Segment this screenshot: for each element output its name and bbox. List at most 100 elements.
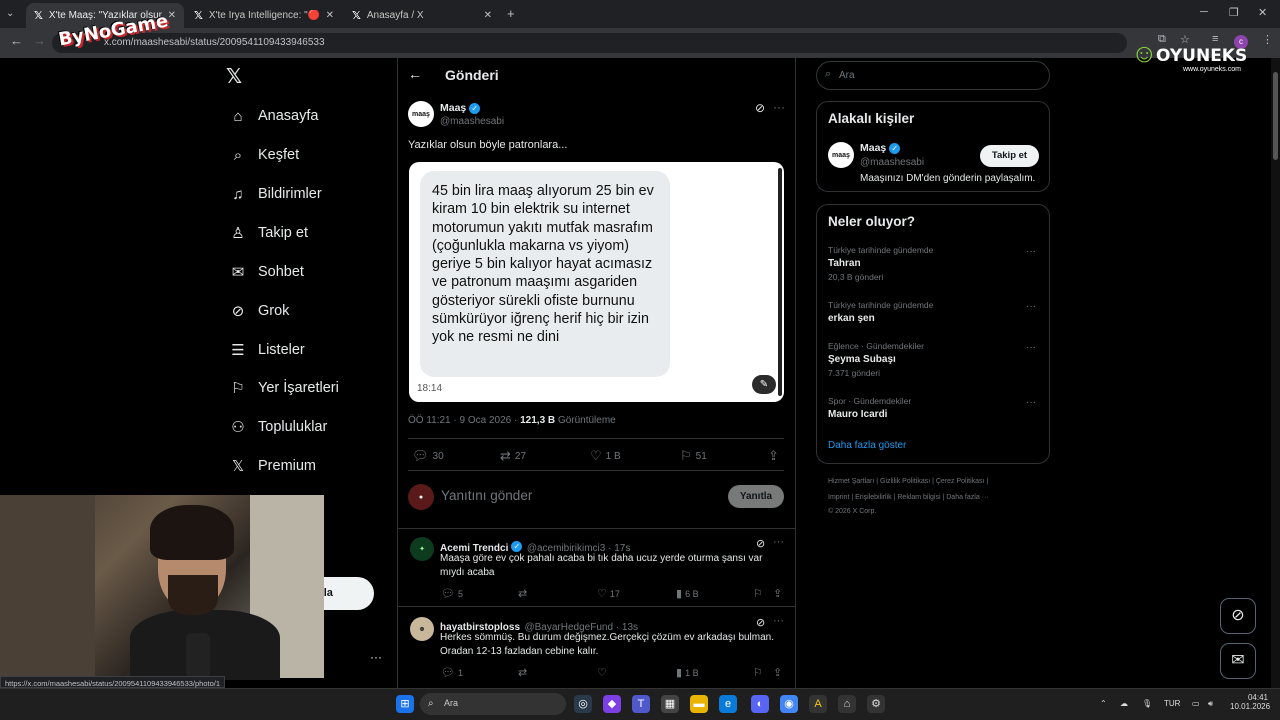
app-icon[interactable]: A: [809, 695, 827, 713]
reply-action[interactable]: 💬︎ 30: [412, 448, 444, 464]
new-tab-icon[interactable]: +: [507, 6, 515, 21]
tab-list-icon[interactable]: ⌄: [6, 8, 14, 19]
more-icon[interactable]: ···: [1026, 397, 1036, 408]
account-more-icon[interactable]: ···: [370, 650, 382, 664]
image-edit-icon[interactable]: ✎: [752, 375, 776, 394]
show-more-link[interactable]: Daha fazla göster: [828, 440, 906, 451]
close-tab-icon[interactable]: ✕: [168, 10, 176, 21]
author-name[interactable]: Maaş ✓: [440, 102, 481, 114]
follow-button[interactable]: Takip et: [980, 145, 1039, 167]
reading-list-icon[interactable]: ≡: [1212, 33, 1218, 45]
extension-icon[interactable]: ⧉: [1158, 33, 1166, 46]
grok-icon[interactable]: ⊘: [755, 101, 765, 115]
forward-icon[interactable]: →: [33, 33, 46, 48]
trend-item[interactable]: Türkiye tarihinde gündemde Tahran 20,3 B…: [828, 245, 933, 282]
bookmark-action[interactable]: ⚐: [753, 666, 766, 679]
nav-explore[interactable]: ⌕ Keşfet: [228, 140, 299, 170]
taskbar-search[interactable]: Ara: [420, 693, 566, 715]
edge-icon[interactable]: e: [719, 695, 737, 713]
share-action[interactable]: ⇪: [773, 666, 785, 679]
star-icon[interactable]: ☆: [1180, 33, 1190, 46]
more-icon[interactable]: ···: [1026, 342, 1036, 353]
copilot-icon[interactable]: ◎: [574, 695, 592, 713]
teams-icon[interactable]: T: [632, 695, 650, 713]
repost-action[interactable]: ⇄: [518, 587, 530, 600]
browser-tab[interactable]: 𝕏 Anasayfa / X ✕: [344, 3, 500, 28]
trend-item[interactable]: Türkiye tarihinde gündemde erkan şen: [828, 300, 933, 324]
views-action[interactable]: ▮ 1 B: [676, 666, 699, 679]
language-indicator[interactable]: TUR: [1164, 699, 1180, 708]
address-bar[interactable]: x.com/maashesabi/status/2009541109433946…: [52, 33, 1127, 53]
trend-item[interactable]: Eğlence · Gündemdekiler Şeyma Subaşı 7.3…: [828, 341, 924, 378]
nav-lists[interactable]: ☰ Listeler: [228, 335, 304, 365]
like-action[interactable]: ♡ 1 B: [590, 448, 621, 464]
avatar[interactable]: maaş: [408, 101, 434, 127]
chrome-icon[interactable]: ◉: [780, 695, 798, 713]
store-icon[interactable]: ▦: [661, 695, 679, 713]
related-name[interactable]: Maaş ✓: [860, 142, 901, 154]
microphone-icon[interactable]: 🎙︎: [1142, 699, 1152, 708]
reply-button[interactable]: Yanıtla: [728, 485, 784, 508]
discord-icon[interactable]: ◐: [751, 695, 769, 713]
scrollbar-thumb[interactable]: [1273, 72, 1278, 160]
bookmark-action[interactable]: ⚐ 51: [680, 448, 707, 464]
more-icon[interactable]: ···: [773, 100, 785, 114]
nav-grok[interactable]: ⊘ Grok: [228, 296, 290, 326]
nav-home[interactable]: ⌂ Anasayfa: [228, 101, 318, 131]
like-action[interactable]: ♡ 17: [597, 587, 620, 600]
widgets-icon[interactable]: ◆: [603, 695, 621, 713]
my-avatar[interactable]: ●: [408, 484, 434, 510]
network-icon[interactable]: ▭: [1192, 699, 1200, 708]
nav-premium[interactable]: 𝕏 Premium: [228, 451, 316, 481]
back-arrow-icon[interactable]: ←: [408, 66, 422, 82]
grok-icon[interactable]: ⊘: [756, 537, 765, 550]
reply-action[interactable]: 💬︎ 5: [441, 587, 463, 600]
x-logo-icon[interactable]: 𝕏: [226, 64, 242, 89]
close-tab-icon[interactable]: ✕: [484, 10, 492, 21]
avatar[interactable]: maaş: [828, 142, 854, 168]
tray-app-icon[interactable]: ☁: [1120, 699, 1128, 708]
grok-fab-icon[interactable]: ⊘: [1220, 598, 1256, 634]
tray-expand-icon[interactable]: ⌃: [1100, 699, 1107, 708]
views-action[interactable]: ▮ 6 B: [676, 587, 699, 600]
nav-chat[interactable]: ✉ Sohbet: [228, 257, 304, 287]
close-tab-icon[interactable]: ✕: [326, 10, 334, 21]
nav-notifications[interactable]: ♫ Bildirimler: [228, 179, 321, 209]
related-handle[interactable]: @maashesabi: [860, 157, 924, 168]
footer-links[interactable]: Hizmet Şartları | Gizlilik Politikası | …: [828, 478, 988, 485]
app-icon[interactable]: ⚙: [867, 695, 885, 713]
reply-action[interactable]: 💬︎ 1: [441, 666, 463, 679]
nav-communities[interactable]: ⚇ Topluluklar: [228, 412, 327, 442]
repost-action[interactable]: ⇄: [518, 666, 530, 679]
author-handle[interactable]: @maashesabi: [440, 116, 504, 127]
trend-item[interactable]: Spor · Gündemdekiler Mauro Icardi: [828, 396, 911, 420]
windows-start-icon[interactable]: ⊞: [396, 695, 414, 713]
comment-avatar[interactable]: ✦: [410, 537, 434, 561]
close-window-icon[interactable]: ✕: [1258, 6, 1267, 19]
repost-action[interactable]: ⇄ 27: [500, 448, 526, 464]
volume-icon[interactable]: 🔊︎: [1208, 699, 1213, 709]
share-action[interactable]: ⇪: [773, 587, 785, 600]
browser-tab[interactable]: 𝕏 X'te Irya Intelligence: "🔴 Sosy ✕: [186, 3, 342, 28]
more-icon[interactable]: ···: [773, 615, 784, 627]
file-explorer-icon[interactable]: ▬: [690, 695, 708, 713]
share-action[interactable]: ⇪: [768, 448, 783, 464]
grok-icon[interactable]: ⊘: [756, 616, 765, 629]
more-icon[interactable]: ···: [1026, 301, 1036, 312]
app-icon[interactable]: ⌂: [838, 695, 856, 713]
messages-fab-icon[interactable]: ✉: [1220, 643, 1256, 679]
minimize-icon[interactable]: ─: [1200, 6, 1208, 18]
nav-bookmarks[interactable]: ⚐ Yer İşaretleri: [228, 373, 339, 403]
like-action[interactable]: ♡: [597, 666, 610, 679]
reply-input[interactable]: Yanıtını gönder: [441, 488, 532, 503]
footer-links[interactable]: Imprint | Erişilebilirlik | Reklam bilgi…: [828, 494, 989, 501]
bookmark-action[interactable]: ⚐: [753, 587, 766, 600]
nav-follow[interactable]: ♙ Takip et: [228, 218, 308, 248]
more-icon[interactable]: ···: [1026, 246, 1036, 257]
maximize-icon[interactable]: ❐: [1229, 6, 1239, 19]
clock[interactable]: 04:41 10.01.2026: [1230, 693, 1270, 711]
more-icon[interactable]: ···: [773, 536, 784, 548]
menu-icon[interactable]: ⋮: [1262, 33, 1273, 46]
comment-avatar[interactable]: ☻: [410, 617, 434, 641]
back-icon[interactable]: ←: [10, 33, 23, 48]
